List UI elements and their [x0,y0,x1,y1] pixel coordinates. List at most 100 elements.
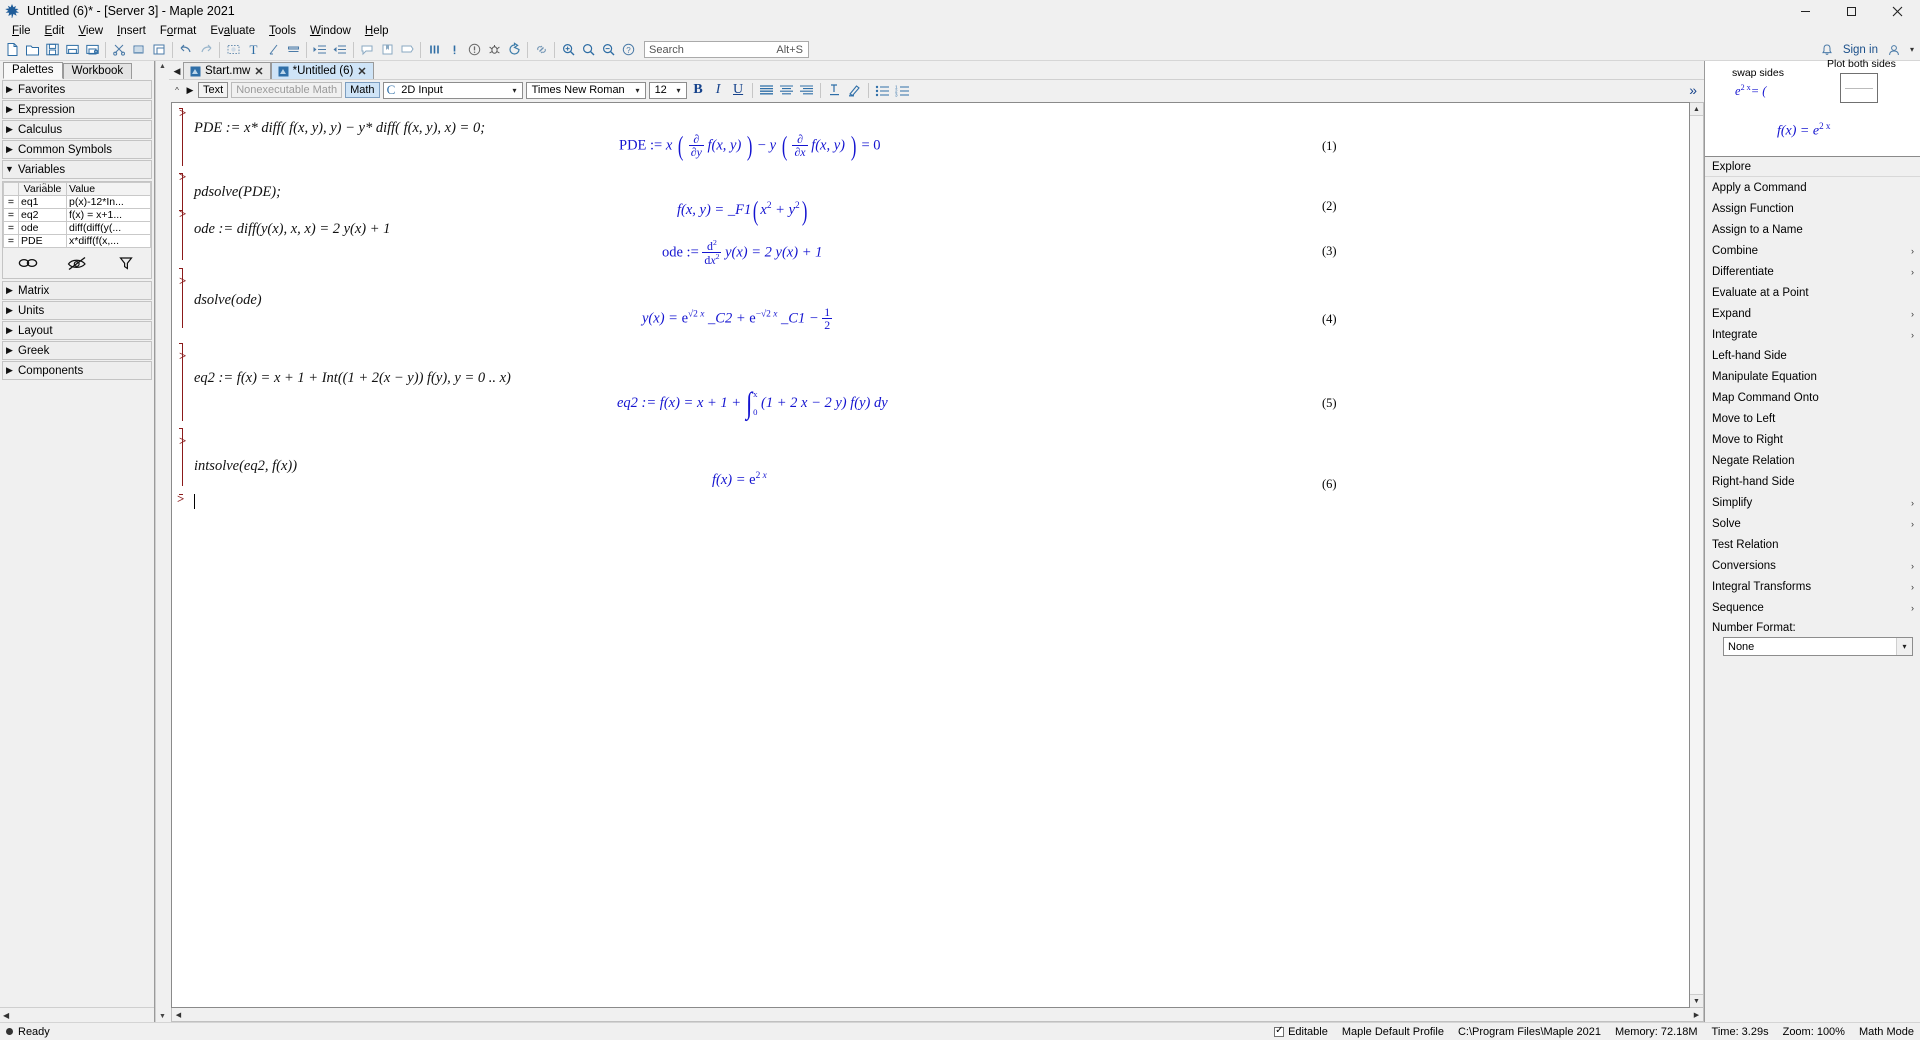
text-mode-button[interactable]: Text [198,82,229,98]
palette-matrix[interactable]: ▶ Matrix [2,281,152,300]
ctx-expand[interactable]: Expand › [1705,303,1920,324]
callout-icon[interactable] [357,40,377,60]
chevron-down-icon[interactable]: ▾ [1896,638,1912,655]
explore-section-header[interactable]: Explore [1705,157,1920,177]
zoom-in-icon[interactable] [558,40,578,60]
text-region-icon[interactable] [223,40,243,60]
palettes-collapse-bar[interactable]: ◀ [0,1007,154,1022]
input-expression-6[interactable]: intsolve(eq2, f(x)) [194,458,297,475]
document-tab-untitled[interactable]: *Untitled (6) ✕ [270,62,374,79]
font-family-combo[interactable]: Times New Roman ▾ [525,81,646,99]
ctx-solve[interactable]: Solve › [1705,513,1920,534]
maximize-button[interactable] [1828,0,1874,22]
bullet-list-icon[interactable] [874,82,891,99]
input-expression-4[interactable]: dsolve(ode) [194,292,262,309]
numbered-list-icon[interactable]: 123 [894,82,911,99]
input-expression-3[interactable]: ode := diff(y(x), x, x) = 2 y(x) + 1 [194,221,390,238]
format-nav-arrow-icon[interactable]: ▶ [185,85,195,96]
menu-tools[interactable]: Tools [262,24,303,38]
indent-icon[interactable] [310,40,330,60]
document-tab-start[interactable]: Start.mw ✕ [183,62,271,79]
open-folder-icon[interactable] [22,40,42,60]
user-icon[interactable] [1884,40,1904,60]
bell-icon[interactable] [1817,40,1837,60]
close-icon[interactable]: ✕ [357,65,366,78]
bold-button[interactable]: B [690,82,707,99]
format-scroll-up-icon[interactable]: ^ [172,86,182,95]
menu-insert[interactable]: Insert [110,24,153,38]
tab-workbook[interactable]: Workbook [62,63,133,79]
ctx-combine[interactable]: Combine › [1705,240,1920,261]
outdent-icon[interactable] [330,40,350,60]
scroll-left-icon[interactable]: ◀ [172,1011,185,1019]
hyperlink-block-icon[interactable] [283,40,303,60]
math-input-icon[interactable] [263,40,283,60]
debug-icon[interactable] [484,40,504,60]
menu-window[interactable]: Window [303,24,358,38]
chevron-down-icon[interactable]: ▾ [631,86,645,95]
palette-components[interactable]: ▶ Components [2,361,152,380]
tab-scroll-left-icon[interactable]: ◀ [171,63,183,79]
underline-button[interactable]: U [730,82,747,99]
ctx-right-hand-side[interactable]: Right-hand Side [1705,471,1920,492]
align-right-icon[interactable] [798,82,815,99]
save-icon[interactable] [42,40,62,60]
ctx-apply-a-command[interactable]: Apply a Command [1705,177,1920,198]
close-button[interactable] [1874,0,1920,22]
worksheet-horizontal-scrollbar[interactable]: ◀ ▶ [171,1008,1704,1022]
zoom-reset-icon[interactable] [578,40,598,60]
cut-scissors-icon[interactable] [109,40,129,60]
palette-variables[interactable]: ▼ Variables [2,160,152,179]
tab-palettes[interactable]: Palettes [3,62,63,79]
scroll-up-icon[interactable]: ▲ [1690,103,1703,116]
menu-edit[interactable]: Edit [38,24,72,38]
palette-favorites[interactable]: ▶ Favorites [2,80,152,99]
ctx-assign-to-a-name[interactable]: Assign to a Name [1705,219,1920,240]
palette-layout[interactable]: ▶ Layout [2,321,152,340]
math-mode-button[interactable]: Math [345,82,380,98]
table-row[interactable]: = eq2 f(x) = x+1... [3,208,151,222]
copy-icon[interactable] [129,40,149,60]
text-cursor[interactable] [194,494,195,509]
input-expression-2[interactable]: pdsolve(PDE); [194,184,281,201]
table-row[interactable]: = PDE x*diff(f(x,... [3,234,151,248]
menu-help[interactable]: Help [358,24,396,38]
ctx-integrate[interactable]: Integrate › [1705,324,1920,345]
scroll-down-icon[interactable]: ▼ [1690,994,1703,1007]
highlight-pen-icon[interactable] [846,82,863,99]
palette-calculus[interactable]: ▶ Calculus [2,120,152,139]
scroll-down-icon[interactable]: ▼ [159,1011,166,1022]
plot-both-sides-label[interactable]: Plot both sides [1827,58,1896,70]
ctx-move-to-right[interactable]: Move to Right [1705,429,1920,450]
zoom-label[interactable]: Zoom: 100% [1783,1026,1845,1038]
menu-evaluate[interactable]: Evaluate [203,24,262,38]
link-variables-icon[interactable] [15,253,41,273]
ctx-move-to-left[interactable]: Move to Left [1705,408,1920,429]
ctx-map-command-onto[interactable]: Map Command Onto [1705,387,1920,408]
menu-format[interactable]: Format [153,24,203,38]
execute-all-icon[interactable] [424,40,444,60]
chevron-down-icon[interactable]: ▾ [672,86,686,95]
worksheet-vertical-scrollbar[interactable]: ▲ ▼ [1690,102,1704,1008]
menu-view[interactable]: View [71,24,110,38]
ctx-left-hand-side[interactable]: Left-hand Side [1705,345,1920,366]
scroll-up-icon[interactable]: ▲ [159,61,166,72]
input-expression-1[interactable]: PDE := x* diff( f(x, y), y) − y* diff( f… [194,120,485,137]
align-center-icon[interactable] [778,82,795,99]
font-size-combo[interactable]: 12 ▾ [648,81,687,99]
search-input[interactable]: Search Alt+S [644,41,809,58]
minimize-button[interactable] [1782,0,1828,22]
ctx-assign-function[interactable]: Assign Function [1705,198,1920,219]
table-row[interactable]: = eq1 p(x)-12*In... [3,195,151,209]
text-cursor-icon[interactable]: T [243,40,263,60]
close-icon[interactable]: ✕ [254,65,263,78]
expand-toolbar-icon[interactable]: » [1689,82,1701,98]
number-format-select[interactable]: None ▾ [1723,637,1913,656]
table-row[interactable]: = ode diff(diff(y(... [3,221,151,235]
input-expression-5[interactable]: eq2 := f(x) = x + 1 + Int((1 + 2(x − y))… [194,370,511,387]
ctx-conversions[interactable]: Conversions › [1705,555,1920,576]
execute-icon[interactable] [444,40,464,60]
scroll-track[interactable] [1690,116,1703,994]
ctx-sequence[interactable]: Sequence › [1705,597,1920,618]
zoom-out-icon[interactable] [598,40,618,60]
